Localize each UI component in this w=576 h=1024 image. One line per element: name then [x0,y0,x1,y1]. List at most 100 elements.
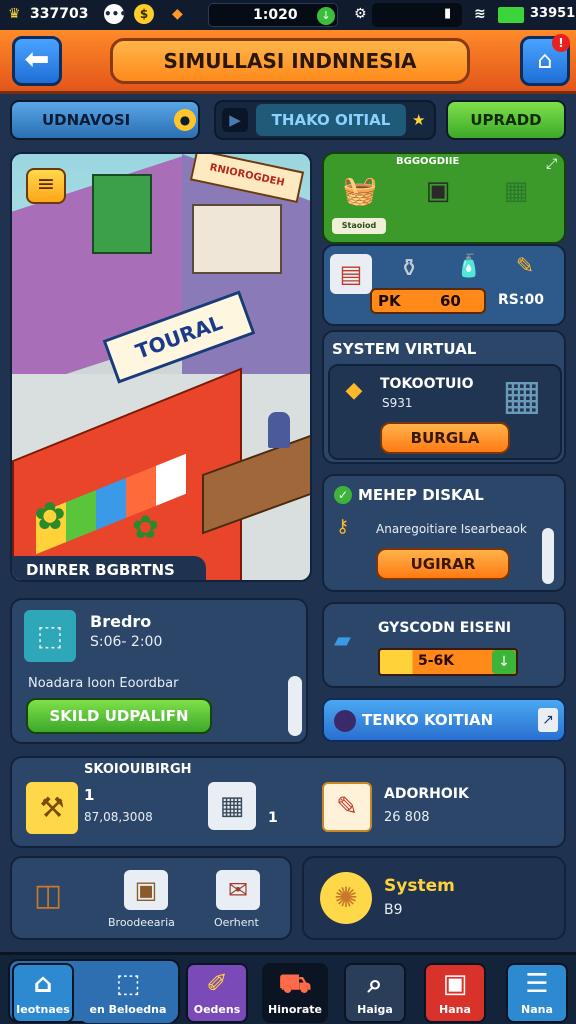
stat3-sub: 26 808 [384,810,430,825]
cart-icon: ⛟ [278,969,312,999]
battery-icon [498,7,524,23]
product-box-icon[interactable]: ▤ [330,254,372,294]
tab-udnavosi[interactable]: UDNAVOSI ● [10,100,200,140]
nav-oedens[interactable]: ✐ Oedens [186,963,248,1023]
clock-box: 1:020 ↓ [208,3,338,27]
crate-icon[interactable]: ▦ [494,176,538,216]
inventory-panel: BGGOGDIIE ⤢ 🧺 ▣ ▦ Staoiod [322,152,566,244]
shelf-box-icon: ▦ [502,370,542,419]
inventory-title: BGGOGDIIE [396,156,460,167]
scene-caption: DINRER BGBRTNS [26,561,175,579]
settings-gear-icon[interactable]: ⚙ [354,6,367,22]
nav-belodna[interactable]: ⬚ en Beloedna [80,963,176,1023]
nav-hinorate[interactable]: ⛟ Hinorate [262,963,328,1023]
crown-icon: ♛ [8,6,21,22]
header: ⬅ SIMULLASI INDNNESIA ⌂ ! [0,30,576,94]
burgla-button[interactable]: BURGLA [380,422,510,454]
arrow-down-icon[interactable]: ↓ [492,650,516,674]
menu-icon: ☰ [525,969,549,999]
bredro-scrollbar[interactable] [288,676,302,736]
stats-panel: SKOIOUIBIRGH ⚒ 1 87,08,3008 ▦ 1 ✎ ADORHO… [10,756,566,848]
stats-title: SKOIOUIBIRGH [84,762,192,777]
nav-nana-label: Nana [521,1003,553,1016]
cart-item-icon[interactable]: ▣ [416,176,460,216]
status-dark-box: ▮ [372,3,462,27]
inventory-item-label: Staoiod [332,218,386,234]
hammer-icon: ⚒ [26,782,78,834]
bottle-icon[interactable]: ⚱ [394,254,424,284]
back-arrow-icon: ⬅ [24,42,50,77]
box-stack-icon[interactable]: ▣ [124,870,168,910]
nav-home[interactable]: ⌂ Ieotnaes [12,963,74,1023]
tab-thako-oitial-label: THAKO OITIAL [256,104,406,136]
bottom-left-panel: ◫ ▣ Broodeearia ✉ Oerhent [10,856,292,940]
wifi-icon: ≋ [474,6,486,22]
system-card-title: System [384,876,455,896]
globe-icon [334,710,356,732]
tenko-button[interactable]: TENKO KOITIAN ↗ [322,698,566,742]
back-button[interactable]: ⬅ [12,36,62,86]
pencil-icon[interactable]: ✎ [510,254,540,284]
nav-nana[interactable]: ☰ Nana [506,963,568,1023]
wrench-icon: ⚷ [336,516,350,537]
menu-digital-description: Anaregoitiare Isearbeaok [376,522,527,536]
system-card-sub: B9 [384,902,403,918]
back-shelf [192,204,282,274]
cookie-icon: ✺ [320,872,372,924]
system-virtual-title: SYSTEM VIRTUAL [332,340,477,358]
tab-thako-oitial[interactable]: ▶ THAKO OITIAL ★ [214,100,436,140]
box-icon: ⬚ [115,969,141,999]
ugirar-button[interactable]: UGIRAR [376,548,510,580]
key-icon: ◆ [345,378,363,403]
stat1-value: 1 [84,786,95,804]
plant-icon: ✿ [34,494,66,538]
paint-icon: ✐ [206,969,228,999]
menu-digital-panel: ✓ MEHEP DISKAL ⚷ Anaregoitiare Isearbeao… [322,474,566,592]
nav-hana[interactable]: ▣ Hana [424,963,486,1023]
play-icon: ▶ [222,108,248,132]
nav-haiga[interactable]: ⌕ Haiga [344,963,406,1023]
plant-small-icon: ✿ [132,508,159,546]
shopkeeper [268,412,290,448]
hamburger-menu-button[interactable]: ≡ [26,168,66,204]
nav-hana-label: Hana [439,1003,471,1016]
price-value: 60 [440,292,461,310]
notification-badge: ! [552,34,570,52]
shop-icon: ⌂ [537,46,553,74]
scene-caption-bg: DINRER BGBRTNS [12,556,206,580]
system-card[interactable]: ✺ System B9 [302,856,566,940]
menu-scrollbar[interactable] [542,528,554,584]
stat2-value: 1 [268,810,278,826]
upgrade-button[interactable]: UPRADD [446,100,566,140]
package-icon[interactable]: ◫ [28,878,68,918]
document-pen-icon: ✎ [322,782,372,832]
store-icon: ▣ [442,969,468,999]
tenko-label: TENKO KOITIAN [362,711,494,729]
nav-hinorate-label: Hinorate [268,1003,322,1016]
tab-udnavosi-label: UDNAVOSI [42,111,131,129]
stat1-sub: 87,08,3008 [84,810,153,824]
star-icon: ★ [412,111,426,129]
nav-oedens-label: Oedens [193,1003,241,1016]
basket-icon[interactable]: 🧺 [338,174,382,214]
menu-digital-title: MEHEP DISKAL [358,486,484,504]
bredro-price: S:06- 2:00 [90,634,163,650]
edit-icon: ↗ [538,708,558,732]
page-title: SIMULLASI INDNNESIA [110,38,470,84]
bottom-nav: ⌂ Ieotnaes ⬚ en Beloedna ✐ Oedens ⛟ Hinorate… [0,952,576,1024]
check-icon: ✓ [334,486,352,504]
download-icon: ↓ [317,7,335,25]
system-virtual-panel: SYSTEM VIRTUAL ◆ TOKOOTUIO S931 ▦ BURGLA [322,330,566,464]
expand-icon[interactable]: ⤢ [546,156,557,172]
list-icon: ≡ [36,172,56,197]
bredro-panel: ⬚ Bredro S:06- 2:00 Noadara Ioon Eoordba… [10,598,308,744]
store-scene[interactable]: RNIOROGDEH TOURAL ✿ ✿ ≡ DINRER BGBRTNS [10,152,312,582]
system-virtual-card: ◆ TOKOOTUIO S931 ▦ BURGLA [328,364,562,460]
spray-icon[interactable]: 🧴 [454,254,484,284]
skild-button[interactable]: SKILD UDPALIFN [26,698,212,734]
chat-icon: ••• [104,4,127,24]
envelope-icon[interactable]: ✉ [216,870,260,910]
stat3-title: ADORHOIK [384,786,469,802]
battery-small-icon: ▮ [444,6,452,21]
gyscodn-bar-value: 5-6K [418,653,455,669]
